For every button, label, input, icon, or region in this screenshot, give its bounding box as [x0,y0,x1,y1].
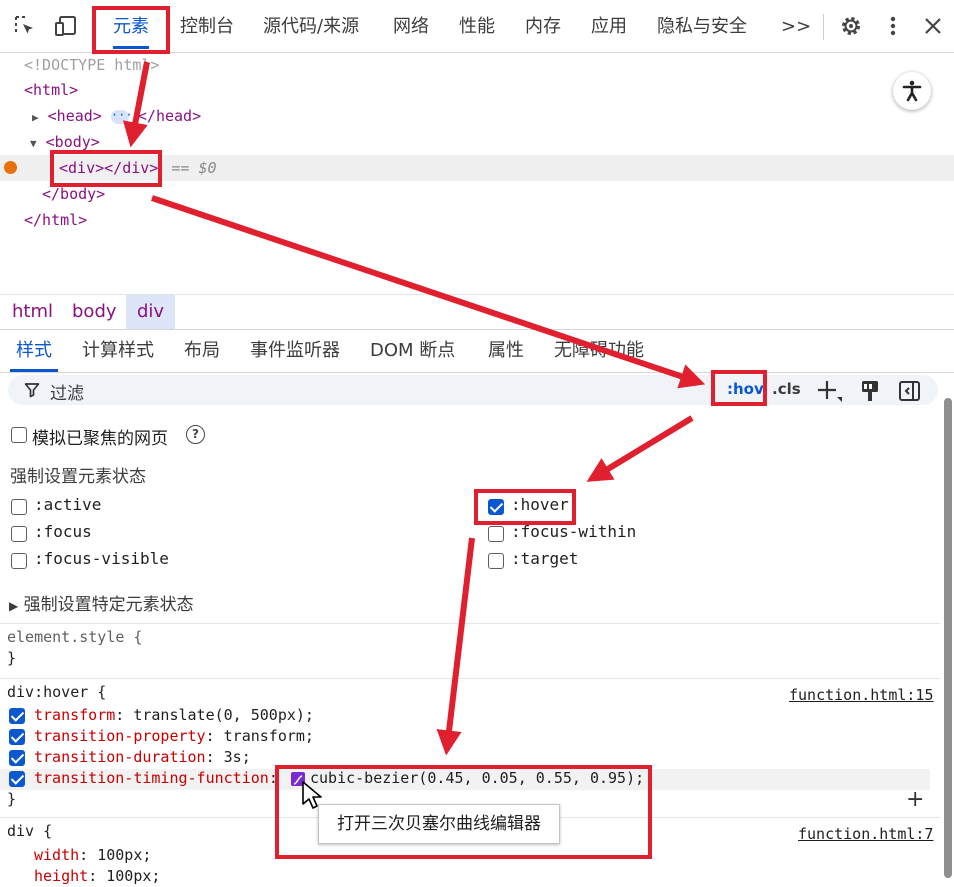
annotation-arrow [151,195,706,389]
annotation-arrow [586,415,694,482]
annotation-arrow [436,537,475,756]
annotation-arrows [122,61,706,756]
annotation-arrow [122,61,150,148]
